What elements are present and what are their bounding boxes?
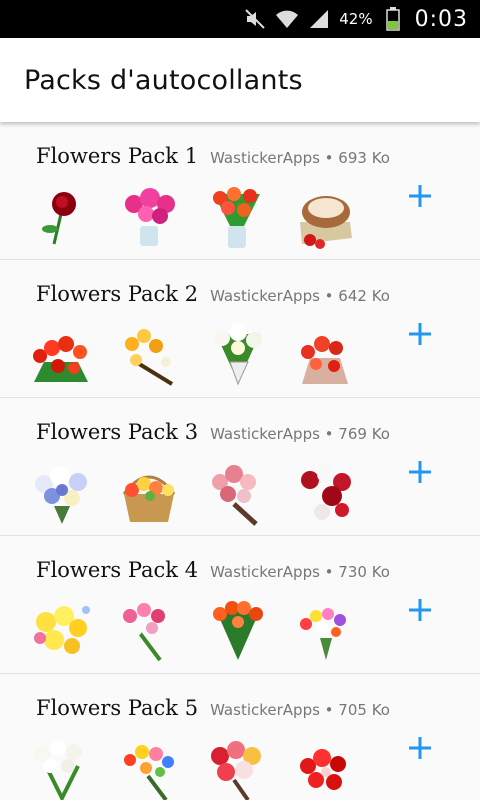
pack-header: Flowers Pack 1 WastickerApps • 693 Ko bbox=[36, 144, 390, 168]
pack-size: 769 Ko bbox=[338, 425, 390, 443]
yellow-bouquet-sticker bbox=[116, 322, 182, 388]
separator-dot: • bbox=[319, 287, 339, 305]
pack-row[interactable]: Flowers Pack 3 WastickerApps • 769 Ko bbox=[0, 398, 480, 536]
pink-rose-bouquet-sticker bbox=[204, 460, 270, 526]
plus-icon bbox=[409, 185, 431, 207]
pack-list[interactable]: Flowers Pack 1 WastickerApps • 693 Ko Flow… bbox=[0, 122, 480, 800]
white-tulips-sticker bbox=[28, 736, 94, 800]
pack-name: Flowers Pack 1 bbox=[36, 144, 199, 168]
separator-dot: • bbox=[319, 701, 339, 719]
signal-icon bbox=[307, 7, 331, 31]
spring-bouquet-sticker bbox=[292, 598, 358, 664]
red-rose-sticker bbox=[28, 184, 94, 250]
add-pack-button[interactable] bbox=[406, 320, 434, 348]
add-pack-button[interactable] bbox=[406, 596, 434, 624]
red-flowers-sticker bbox=[292, 736, 358, 800]
white-lily-bouquet-sticker bbox=[204, 322, 270, 388]
pack-meta: WastickerApps • 693 Ko bbox=[210, 149, 390, 167]
add-pack-button[interactable] bbox=[406, 182, 434, 210]
battery-icon bbox=[381, 7, 405, 31]
separator-dot: • bbox=[319, 425, 339, 443]
plus-icon bbox=[409, 461, 431, 483]
pack-row[interactable]: Flowers Pack 2 WastickerApps • 642 Ko bbox=[0, 260, 480, 398]
pack-name: Flowers Pack 2 bbox=[36, 282, 199, 306]
mixed-white-bouquet-sticker bbox=[28, 460, 94, 526]
pack-row[interactable]: Flowers Pack 1 WastickerApps • 693 Ko bbox=[0, 122, 480, 260]
yellow-roses-sticker bbox=[28, 598, 94, 664]
add-pack-button[interactable] bbox=[406, 458, 434, 486]
wifi-icon bbox=[275, 7, 299, 31]
separator-dot: • bbox=[319, 563, 339, 581]
mute-icon bbox=[243, 7, 267, 31]
red-tulips-vase-sticker bbox=[204, 184, 270, 250]
clock: 0:03 bbox=[414, 6, 468, 32]
plus-icon bbox=[409, 323, 431, 345]
pack-meta: WastickerApps • 769 Ko bbox=[210, 425, 390, 443]
pack-header: Flowers Pack 3 WastickerApps • 769 Ko bbox=[36, 420, 390, 444]
pack-size: 705 Ko bbox=[338, 701, 390, 719]
pink-tulip-bouquet-sticker bbox=[116, 598, 182, 664]
pack-publisher: WastickerApps bbox=[210, 563, 320, 581]
add-pack-button[interactable] bbox=[406, 734, 434, 762]
page-title: Packs d'autocollants bbox=[24, 64, 303, 96]
pack-meta: WastickerApps • 705 Ko bbox=[210, 701, 390, 719]
pack-row[interactable]: Flowers Pack 5 WastickerApps • 705 Ko bbox=[0, 674, 480, 800]
plus-icon bbox=[409, 599, 431, 621]
cake-with-roses-sticker bbox=[292, 184, 358, 250]
red-white-roses-sticker bbox=[292, 460, 358, 526]
pack-row[interactable]: Flowers Pack 4 WastickerApps • 730 Ko bbox=[0, 536, 480, 674]
pack-publisher: WastickerApps bbox=[210, 425, 320, 443]
separator-dot: • bbox=[319, 149, 339, 167]
colorful-bouquet-sticker bbox=[116, 736, 182, 800]
sticker-preview-row bbox=[28, 184, 358, 250]
red-tulips-sticker bbox=[292, 322, 358, 388]
pack-size: 730 Ko bbox=[338, 563, 390, 581]
sticker-preview-row bbox=[28, 460, 358, 526]
pack-header: Flowers Pack 5 WastickerApps • 705 Ko bbox=[36, 696, 390, 720]
flower-basket-sticker bbox=[116, 460, 182, 526]
plus-icon bbox=[409, 737, 431, 759]
sticker-preview-row bbox=[28, 598, 358, 664]
pack-publisher: WastickerApps bbox=[210, 149, 320, 167]
pack-size: 693 Ko bbox=[338, 149, 390, 167]
rose-bouquet-sticker bbox=[204, 736, 270, 800]
pack-name: Flowers Pack 5 bbox=[36, 696, 199, 720]
pink-tulips-vase-sticker bbox=[116, 184, 182, 250]
orange-tulips-sticker bbox=[204, 598, 270, 664]
pack-name: Flowers Pack 3 bbox=[36, 420, 199, 444]
pack-meta: WastickerApps • 730 Ko bbox=[210, 563, 390, 581]
pack-publisher: WastickerApps bbox=[210, 287, 320, 305]
pack-publisher: WastickerApps bbox=[210, 701, 320, 719]
pack-header: Flowers Pack 4 WastickerApps • 730 Ko bbox=[36, 558, 390, 582]
battery-percent: 42% bbox=[339, 10, 373, 28]
sticker-preview-row bbox=[28, 736, 358, 800]
pack-header: Flowers Pack 2 WastickerApps • 642 Ko bbox=[36, 282, 390, 306]
red-tulip-bouquet-sticker bbox=[28, 322, 94, 388]
pack-name: Flowers Pack 4 bbox=[36, 558, 199, 582]
pack-size: 642 Ko bbox=[338, 287, 390, 305]
status-bar: 42% 0:03 bbox=[0, 0, 480, 38]
sticker-preview-row bbox=[28, 322, 358, 388]
app-bar: Packs d'autocollants bbox=[0, 38, 480, 122]
pack-meta: WastickerApps • 642 Ko bbox=[210, 287, 390, 305]
